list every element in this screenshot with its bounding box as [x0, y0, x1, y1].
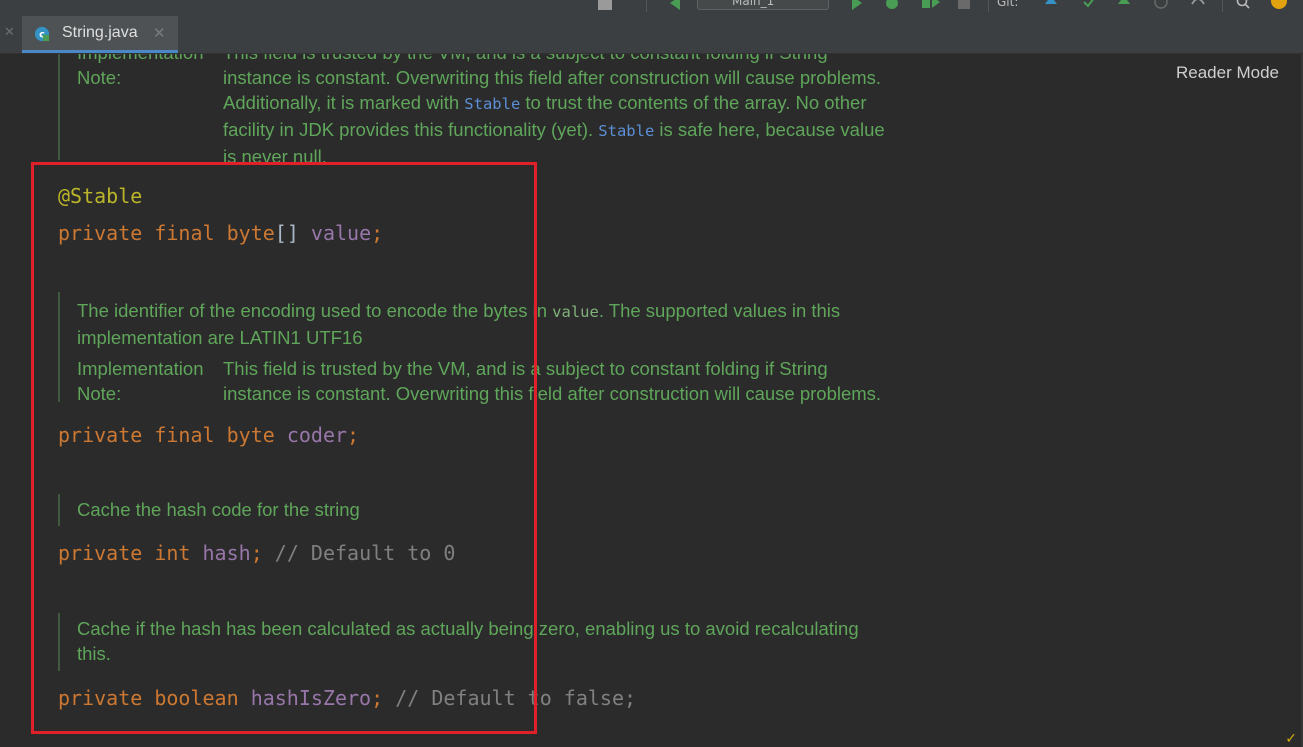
git-label: Git: — [997, 0, 1019, 9]
code-annotation-line: @Stable — [58, 184, 143, 208]
reader-mode-button[interactable]: Reader Mode — [1176, 63, 1279, 83]
run-config-label: Main_1 — [732, 0, 775, 8]
close-icon[interactable]: ✕ — [4, 25, 15, 40]
project-structure-icon[interactable] — [598, 0, 612, 10]
impl-note-text: This field is trusted by the VM, and is … — [223, 54, 885, 167]
inline-code[interactable]: value — [552, 303, 599, 321]
inspection-indicator-icon[interactable]: ✓ — [1285, 731, 1297, 747]
run-icon[interactable] — [850, 0, 864, 12]
run-config-select[interactable]: Main_1 — [697, 0, 829, 10]
impl-note-text: This field is trusted by the VM, and is … — [223, 358, 882, 404]
tab-close-icon[interactable]: ✕ — [153, 24, 166, 42]
tab-string-java[interactable]: c String.java ✕ — [22, 16, 178, 53]
toolbar-separator — [646, 0, 647, 12]
inline-code[interactable]: Stable — [598, 122, 654, 140]
rollback-icon[interactable] — [1190, 0, 1206, 12]
toolbar-separator — [988, 0, 989, 12]
javadoc-value: Implementation Note: This field is trust… — [58, 54, 885, 167]
notification-icon[interactable] — [1270, 0, 1288, 10]
java-class-icon: c — [34, 26, 50, 42]
main-toolbar: Main_1 Git: — [0, 0, 1303, 16]
git-push-icon[interactable] — [1118, 0, 1130, 12]
git-commit-icon[interactable] — [1083, 0, 1095, 12]
inline-code[interactable]: Stable — [464, 95, 520, 113]
git-update-icon[interactable] — [1045, 0, 1057, 12]
javadoc-coder: The identifier of the encoding used to e… — [58, 292, 881, 404]
editor-tab-bar: ✕ c String.java ✕ — [0, 16, 1303, 54]
stop-icon[interactable] — [958, 0, 970, 9]
impl-note-key: Implementation Note: — [77, 54, 203, 88]
code-field-hashiszero: private boolean hashIsZero; // Default t… — [58, 686, 637, 710]
code-editor[interactable]: Reader Mode Implementation Note: This fi… — [0, 54, 1303, 747]
active-tab-indicator — [22, 50, 178, 53]
code-field-coder: private final byte coder; — [58, 423, 360, 447]
javadoc-hash: Cache the hash code for the string — [58, 494, 360, 526]
code-field-value: private final byte[] value; — [58, 221, 384, 245]
search-icon[interactable] — [1236, 0, 1252, 12]
javadoc-hashiszero: Cache if the hash has been calculated as… — [58, 613, 859, 671]
tab-label: String.java — [62, 24, 138, 41]
toolbar-separator — [1222, 0, 1223, 12]
back-arrow-icon[interactable] — [668, 0, 682, 12]
debug-icon[interactable] — [884, 0, 900, 12]
history-icon[interactable] — [1153, 0, 1169, 12]
coverage-icon[interactable] — [920, 0, 940, 12]
code-field-hash: private int hash; // Default to 0 — [58, 541, 456, 565]
impl-note-key: Implementation Note: — [77, 358, 204, 404]
